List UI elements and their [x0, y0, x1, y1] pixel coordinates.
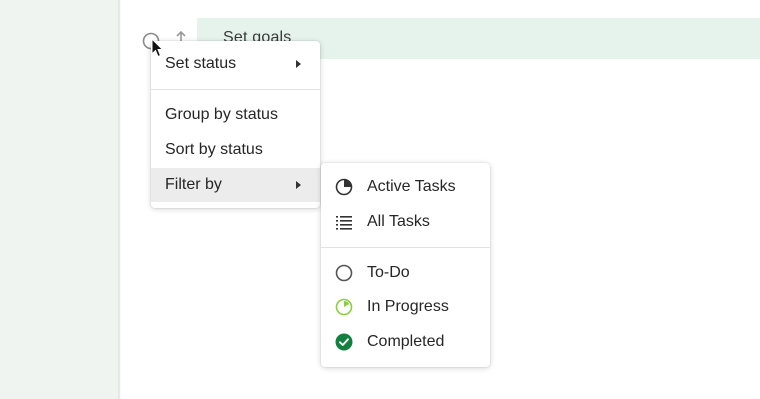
progress-circle-icon: [335, 298, 353, 316]
menu-item-label: Group by status: [165, 106, 278, 123]
left-sidebar-panel: [0, 0, 120, 399]
chevron-right-icon: [296, 181, 301, 189]
mouse-cursor-icon: [151, 38, 164, 58]
submenu-item-label: Completed: [367, 333, 445, 350]
menu-item-set-status[interactable]: Set status: [151, 47, 320, 81]
check-circle-icon: [335, 333, 353, 351]
menu-item-label: Sort by status: [165, 141, 263, 158]
pie-icon: [335, 178, 353, 196]
submenu-item-label: In Progress: [367, 298, 449, 315]
menu-item-filter-by[interactable]: Filter by: [151, 168, 320, 202]
filter-submenu: Active Tasks All Tasks To-Do In Progress: [321, 163, 490, 367]
submenu-divider: [321, 247, 490, 248]
submenu-item-label: All Tasks: [367, 213, 430, 230]
submenu-item-all-tasks[interactable]: All Tasks: [321, 205, 490, 239]
submenu-item-completed[interactable]: Completed: [321, 325, 490, 359]
submenu-item-in-progress[interactable]: In Progress: [321, 290, 490, 324]
menu-item-label: Filter by: [165, 176, 222, 193]
sidebar-shadow: [118, 0, 122, 399]
status-context-menu: Set status Group by status Sort by statu…: [151, 41, 320, 208]
menu-item-sort-by-status[interactable]: Sort by status: [151, 133, 320, 167]
submenu-item-label: To-Do: [367, 264, 410, 281]
chevron-right-icon: [296, 60, 301, 68]
submenu-item-to-do[interactable]: To-Do: [321, 256, 490, 290]
submenu-item-label: Active Tasks: [367, 178, 456, 195]
submenu-item-active-tasks[interactable]: Active Tasks: [321, 170, 490, 204]
menu-divider: [151, 89, 320, 90]
menu-item-group-by-status[interactable]: Group by status: [151, 98, 320, 132]
empty-circle-icon: [335, 264, 353, 282]
menu-item-label: Set status: [165, 55, 237, 72]
list-icon: [336, 216, 352, 230]
